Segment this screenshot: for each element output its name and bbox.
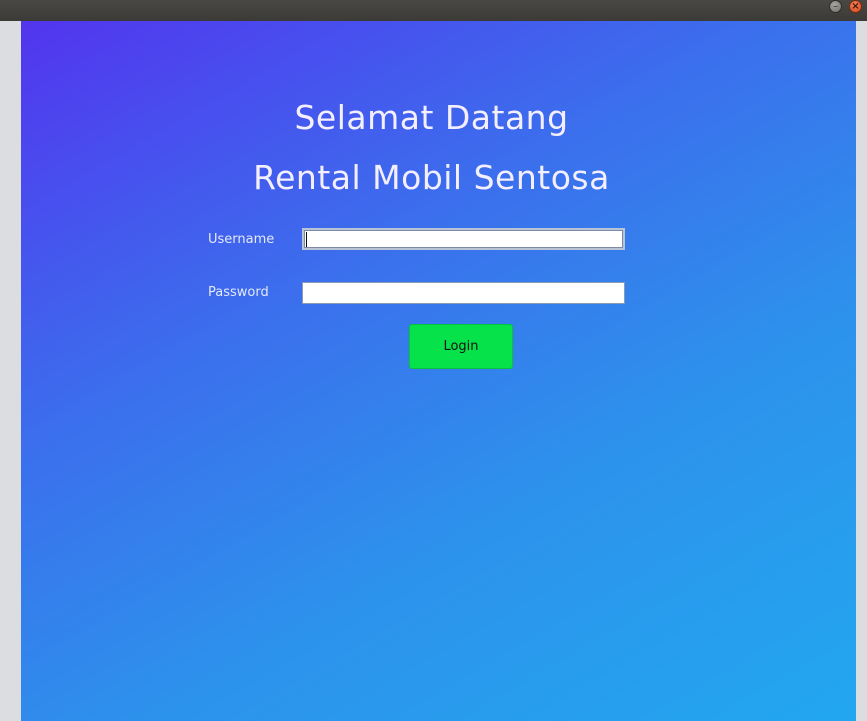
window-titlebar: – × <box>0 0 867 21</box>
username-input[interactable] <box>302 228 625 250</box>
company-title: Rental Mobil Sentosa <box>253 158 610 197</box>
close-icon: × <box>851 1 860 12</box>
username-label: Username <box>208 232 275 247</box>
minimize-button[interactable]: – <box>829 0 842 13</box>
password-input[interactable] <box>302 282 625 304</box>
password-label: Password <box>208 285 269 300</box>
close-button[interactable]: × <box>849 0 862 13</box>
text-caret <box>306 232 307 247</box>
welcome-title: Selamat Datang <box>294 98 569 137</box>
login-button[interactable]: Login <box>409 324 513 369</box>
minimize-icon: – <box>833 1 838 12</box>
